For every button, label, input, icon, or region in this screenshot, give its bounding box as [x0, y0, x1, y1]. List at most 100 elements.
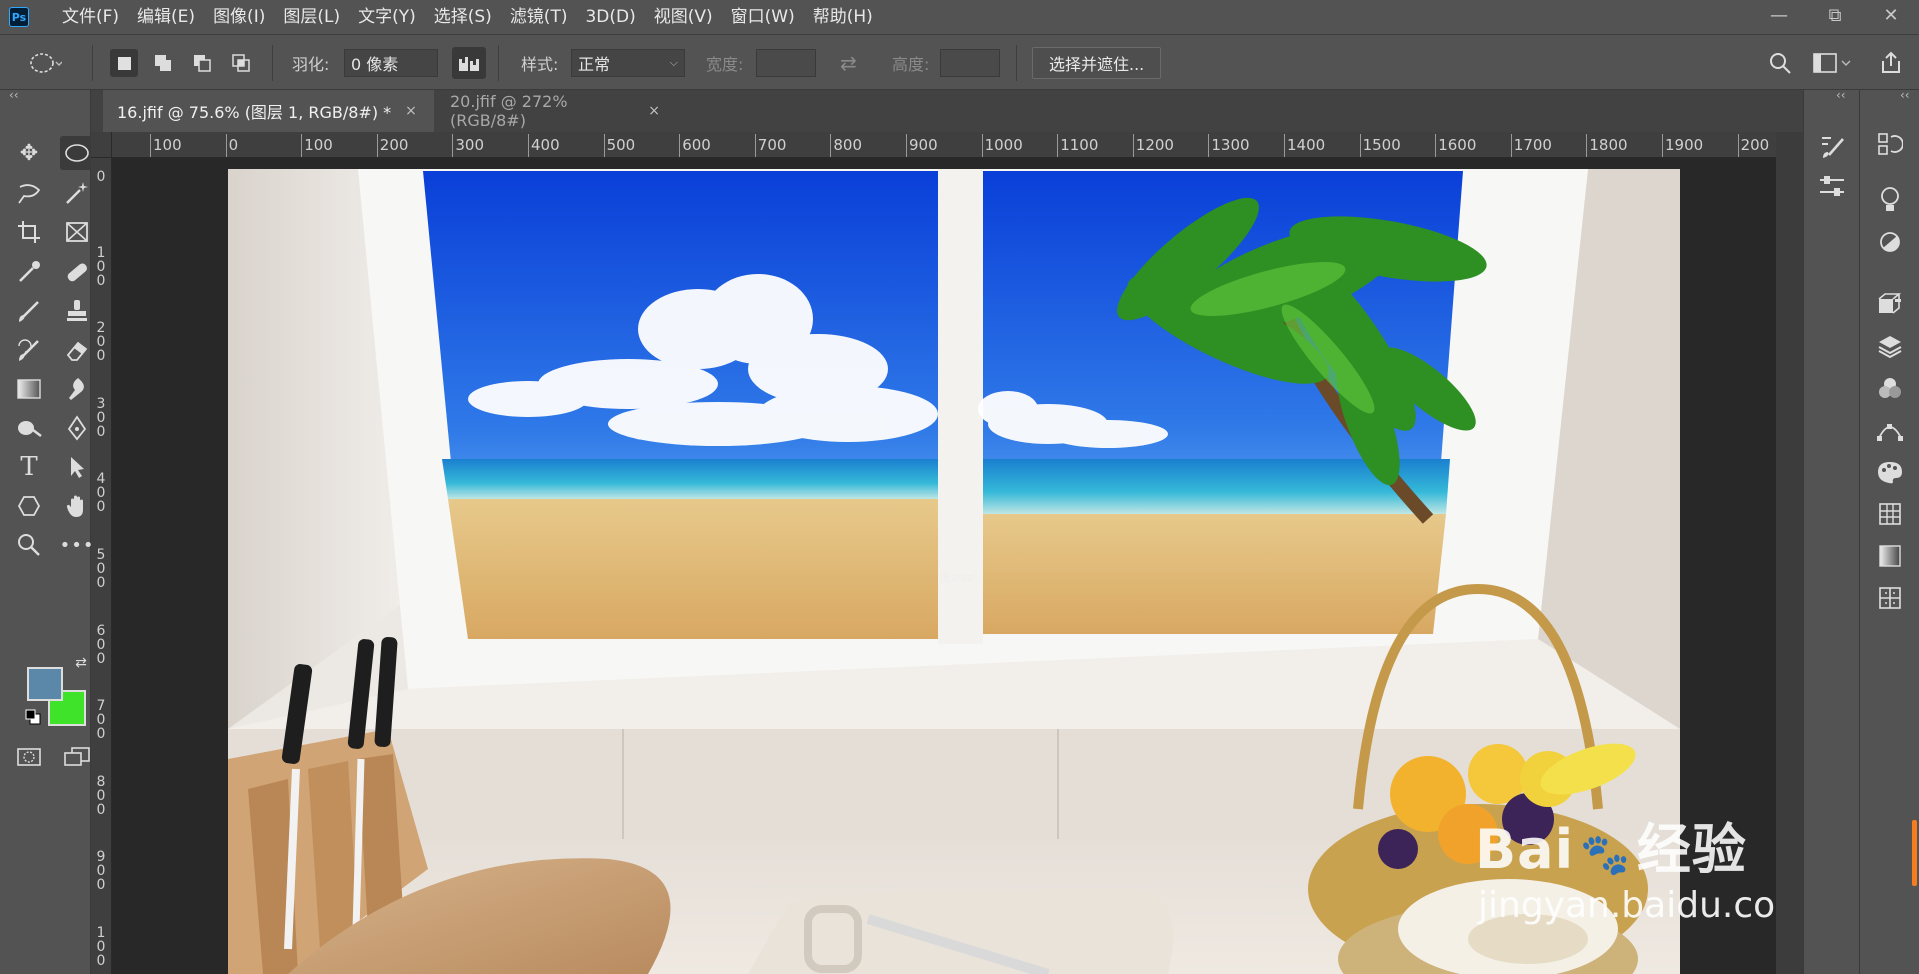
- subtract-selection-button[interactable]: [188, 49, 216, 77]
- brush-tool-icon[interactable]: [12, 294, 46, 328]
- workspace-icon[interactable]: [1812, 51, 1852, 75]
- minimize-button[interactable]: —: [1751, 0, 1807, 30]
- feather-input[interactable]: 0 像素: [344, 49, 438, 77]
- height-input[interactable]: [940, 49, 1000, 77]
- quick-mask-icon[interactable]: [12, 740, 46, 774]
- magic-wand-tool-icon[interactable]: [60, 176, 94, 210]
- clone-stamp-tool-icon[interactable]: [60, 294, 94, 328]
- search-icon[interactable]: [1768, 51, 1792, 75]
- move-tool-icon[interactable]: ✥: [12, 136, 46, 170]
- swatches-icon[interactable]: [1872, 496, 1908, 532]
- tab-16-jfif[interactable]: 16.jfif @ 75.6% (图层 1, RGB/8#) * ×: [103, 90, 434, 132]
- style-select[interactable]: 正常 ⌵: [571, 49, 685, 77]
- collapse-panel-icon[interactable]: ‹‹: [1836, 88, 1846, 102]
- zoom-tool-icon[interactable]: [12, 528, 46, 562]
- close-tab-icon[interactable]: ×: [405, 103, 417, 119]
- healing-brush-tool-icon[interactable]: [60, 255, 94, 289]
- lightbulb-icon[interactable]: [1872, 182, 1908, 218]
- dodge-tool-icon[interactable]: [12, 411, 46, 445]
- adjustment-layer-icon[interactable]: [1872, 224, 1908, 260]
- menu-view[interactable]: 视图(V): [645, 0, 722, 34]
- width-input[interactable]: [756, 49, 816, 77]
- restore-button[interactable]: ⧉: [1807, 0, 1863, 30]
- paths-icon[interactable]: [1872, 412, 1908, 448]
- swap-dimensions-icon[interactable]: ⇄: [840, 51, 857, 75]
- share-icon[interactable]: [1878, 50, 1904, 76]
- menu-3d[interactable]: 3D(D): [576, 0, 644, 34]
- menu-window[interactable]: 窗口(W): [722, 0, 804, 34]
- channels-icon[interactable]: [1872, 370, 1908, 406]
- gradients-icon[interactable]: [1872, 538, 1908, 574]
- menu-select[interactable]: 选择(S): [425, 0, 501, 34]
- close-button[interactable]: ✕: [1863, 0, 1919, 30]
- menu-type[interactable]: 文字(Y): [349, 0, 425, 34]
- ruler-h-tick: [1662, 134, 1663, 157]
- color-palette-icon[interactable]: [1872, 454, 1908, 490]
- ruler-h-tick: [1208, 134, 1210, 157]
- brush-settings-icon[interactable]: [1814, 128, 1850, 164]
- vertical-ruler[interactable]: 0 1 0 0 2 0 0 3 0 0 4 0 0 5 0 0 6 0 0 7 0 0 8 0 …: [91, 158, 112, 974]
- ruler-h-tick-label: 1000: [984, 136, 1023, 154]
- document-tab-bar: 16.jfif @ 75.6% (图层 1, RGB/8#) * × 20.jf…: [91, 90, 1803, 132]
- elliptical-marquee-tool-icon[interactable]: [60, 136, 94, 170]
- menu-edit[interactable]: 编辑(E): [128, 0, 204, 34]
- horizontal-ruler[interactable]: 100 0 100 200 300 400 500 600 700 800 900 1000 1100 1…: [112, 132, 1776, 158]
- tool-preset-picker[interactable]: [28, 35, 62, 91]
- ruler-h-tick: [679, 134, 681, 157]
- collapse-dock-icon[interactable]: ‹‹: [1900, 88, 1910, 102]
- menu-filter[interactable]: 滤镜(T): [501, 0, 577, 34]
- tab-20-jfif[interactable]: 20.jfif @ 272%(RGB/8#) ×: [436, 90, 674, 132]
- layers-icon[interactable]: [1872, 328, 1908, 364]
- history-brush-tool-icon[interactable]: [12, 333, 46, 367]
- collapse-tools-icon[interactable]: ‹‹: [9, 88, 19, 102]
- screen-mode-icon[interactable]: [60, 740, 94, 774]
- ruler-v-tick-label: 8 0 0: [96, 773, 106, 818]
- close-tab-icon[interactable]: ×: [648, 103, 660, 119]
- ruler-h-tick-label: 1400: [1287, 136, 1326, 154]
- foreground-color-swatch[interactable]: [27, 667, 63, 701]
- ruler-origin[interactable]: [91, 132, 112, 158]
- vertical-scrollbar[interactable]: [1776, 132, 1803, 974]
- menu-image[interactable]: 图像(I): [204, 0, 274, 34]
- history-icon[interactable]: [1872, 126, 1908, 162]
- ruler-h-tick: [1510, 134, 1512, 157]
- photoshop-logo: Ps: [9, 7, 29, 27]
- pen-tool-icon[interactable]: [60, 411, 94, 445]
- eyedropper-tool-icon[interactable]: [12, 255, 46, 289]
- select-and-mask-button[interactable]: 选择并遮住...: [1032, 47, 1162, 79]
- ruler-h-tick-label: 100: [304, 136, 333, 154]
- ruler-v-tick-label: 4 0 0: [96, 471, 106, 516]
- menu-layer[interactable]: 图层(L): [274, 0, 349, 34]
- frame-tool-icon[interactable]: [60, 215, 94, 249]
- document-canvas[interactable]: 图zhizi: [228, 169, 1680, 974]
- adjustments-icon[interactable]: [1814, 168, 1850, 204]
- ruler-h-tick: [906, 134, 907, 157]
- path-selection-tool-icon[interactable]: [60, 450, 94, 484]
- crop-tool-icon[interactable]: [12, 215, 46, 249]
- shape-tool-icon[interactable]: [12, 489, 46, 523]
- ruler-v-tick-label: 3 0 0: [96, 395, 106, 440]
- ruler-h-tick-label: 200: [1740, 136, 1770, 154]
- hand-tool-icon[interactable]: [60, 489, 94, 523]
- add-to-selection-button[interactable]: [149, 49, 177, 77]
- more-tools-icon[interactable]: •••: [60, 528, 94, 562]
- blur-tool-icon[interactable]: [60, 372, 94, 406]
- intersect-selection-button[interactable]: [227, 49, 255, 77]
- tools-panel: ‹‹ ✥ T ••• ⇄: [0, 88, 94, 974]
- default-colors-icon[interactable]: [23, 707, 43, 727]
- 3d-icon[interactable]: [1872, 286, 1908, 322]
- lasso-tool-icon[interactable]: [12, 176, 46, 210]
- options-bar: 羽化: 0 像素 样式: 正常 ⌵ 宽度: ⇄ 高度: 选择并遮住...: [0, 34, 1919, 90]
- ruler-h-tick: [376, 134, 378, 157]
- type-tool-icon[interactable]: T: [12, 450, 46, 484]
- chevron-down-icon: ⌵: [669, 56, 678, 69]
- menu-help[interactable]: 帮助(H): [804, 0, 882, 34]
- anti-alias-toggle[interactable]: [452, 47, 486, 79]
- menu-file[interactable]: 文件(F): [53, 0, 128, 34]
- gradient-tool-icon[interactable]: [12, 372, 46, 406]
- patterns-icon[interactable]: [1872, 580, 1908, 616]
- paw-icon: 🐾: [1580, 832, 1631, 878]
- new-selection-button[interactable]: [110, 49, 138, 77]
- eraser-tool-icon[interactable]: [60, 333, 94, 367]
- swap-colors-icon[interactable]: ⇄: [70, 652, 92, 674]
